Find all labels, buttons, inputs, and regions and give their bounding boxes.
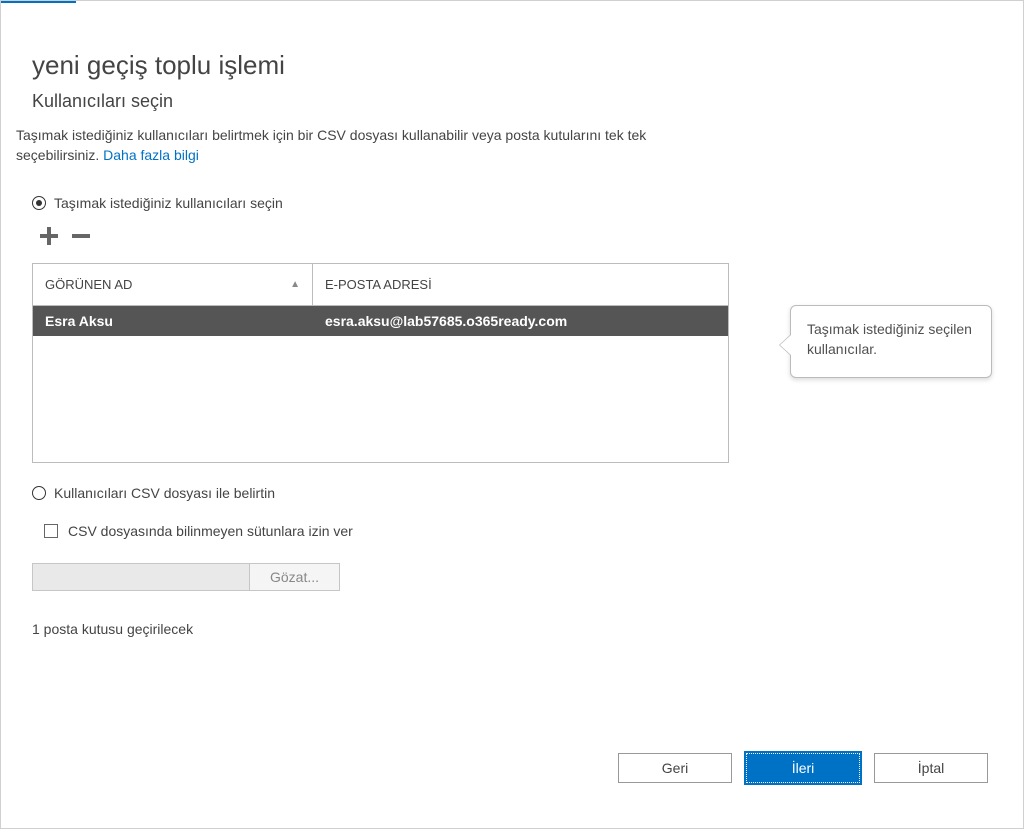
minus-icon: [70, 225, 92, 247]
column-header-display-name[interactable]: GÖRÜNEN AD ▲: [33, 264, 313, 305]
plus-icon: [38, 225, 60, 247]
table-header: GÖRÜNEN AD ▲ E-POSTA ADRESİ: [33, 264, 728, 306]
radio-icon: [32, 486, 46, 500]
file-browse-row: Gözat...: [32, 563, 1004, 591]
callout-text: Taşımak istediğiniz seçilen kullanıcılar…: [807, 321, 972, 357]
radio-icon: [32, 196, 46, 210]
cancel-button[interactable]: İptal: [874, 753, 988, 783]
status-text: 1 posta kutusu geçirilecek: [32, 621, 1004, 637]
table-body[interactable]: Esra Aksu esra.aksu@lab57685.o365ready.c…: [33, 306, 728, 462]
radio-select-users-label: Taşımak istediğiniz kullanıcıları seçin: [54, 195, 283, 211]
next-button-label: İleri: [792, 760, 815, 776]
user-list-toolbar: [36, 223, 1004, 249]
table-row[interactable]: Esra Aksu esra.aksu@lab57685.o365ready.c…: [33, 306, 728, 336]
radio-csv-label: Kullanıcıları CSV dosyası ile belirtin: [54, 485, 275, 501]
radio-csv[interactable]: Kullanıcıları CSV dosyası ile belirtin: [32, 485, 1004, 501]
csv-file-path-input: [32, 563, 250, 591]
back-button[interactable]: Geri: [618, 753, 732, 783]
column-header-display-name-label: GÖRÜNEN AD: [45, 277, 132, 292]
callout-arrow-icon: [779, 334, 791, 356]
page-title: yeni geçiş toplu işlemi: [32, 50, 1004, 81]
radio-select-users[interactable]: Taşımak istediğiniz kullanıcıları seçin: [32, 195, 1004, 211]
learn-more-link[interactable]: Daha fazla bilgi: [103, 147, 199, 163]
cell-display-name: Esra Aksu: [33, 313, 313, 329]
checkbox-icon: [44, 524, 58, 538]
remove-user-button[interactable]: [68, 223, 94, 249]
column-header-email-label: E-POSTA ADRESİ: [325, 277, 432, 292]
wizard-button-bar: Geri İleri İptal: [618, 753, 988, 785]
checkbox-allow-unknown-columns-label: CSV dosyasında bilinmeyen sütunlara izin…: [68, 523, 353, 539]
checkbox-allow-unknown-columns[interactable]: CSV dosyasında bilinmeyen sütunlara izin…: [44, 523, 1004, 539]
accent-top-border: [0, 0, 76, 3]
sort-asc-icon: ▲: [290, 279, 300, 290]
add-user-button[interactable]: [36, 223, 62, 249]
column-header-email[interactable]: E-POSTA ADRESİ: [313, 264, 728, 305]
callout-selected-users: Taşımak istediğiniz seçilen kullanıcılar…: [790, 305, 992, 378]
page-subtitle: Kullanıcıları seçin: [32, 91, 1004, 112]
users-table: GÖRÜNEN AD ▲ E-POSTA ADRESİ Esra Aksu es…: [32, 263, 729, 463]
next-button[interactable]: İleri: [744, 751, 862, 785]
cell-email: esra.aksu@lab57685.o365ready.com: [313, 313, 728, 329]
description-text: Taşımak istediğiniz kullanıcıları belirt…: [16, 126, 716, 165]
browse-button[interactable]: Gözat...: [250, 563, 340, 591]
